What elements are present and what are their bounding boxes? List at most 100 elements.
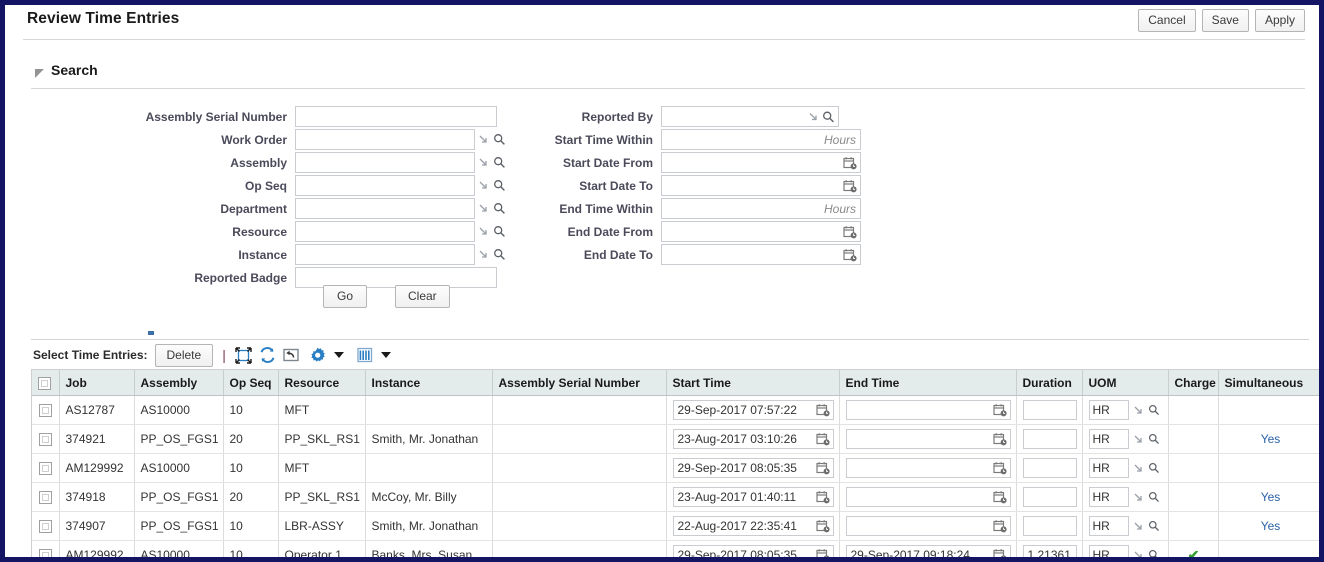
- cell-start-time[interactable]: [666, 482, 840, 512]
- start-time-input[interactable]: [672, 545, 834, 557]
- calendar-icon[interactable]: [815, 461, 830, 475]
- cell-start-time[interactable]: [666, 511, 840, 541]
- calendar-icon[interactable]: [843, 156, 857, 170]
- columns-icon[interactable]: [357, 347, 373, 363]
- row-select-cell[interactable]: [32, 511, 60, 541]
- cell-duration[interactable]: [1016, 395, 1083, 425]
- cell-end-time[interactable]: [839, 482, 1017, 512]
- department-input[interactable]: [295, 198, 475, 219]
- end-time-input[interactable]: [845, 400, 1011, 420]
- search-icon[interactable]: [1148, 404, 1160, 416]
- cell-uom[interactable]: [1082, 424, 1169, 454]
- cell-uom[interactable]: [1082, 540, 1169, 557]
- assembly-serial-number-input[interactable]: [295, 106, 497, 127]
- duration-input[interactable]: [1022, 487, 1077, 507]
- cell-duration[interactable]: [1016, 453, 1083, 483]
- undo-icon[interactable]: [283, 348, 300, 363]
- clear-button[interactable]: Clear: [395, 285, 450, 308]
- start-date-to-input[interactable]: [661, 175, 861, 196]
- cancel-button[interactable]: Cancel: [1138, 9, 1196, 32]
- end-date-from-input[interactable]: [661, 221, 861, 242]
- start-time-within-input[interactable]: [661, 129, 861, 150]
- cell-duration[interactable]: [1016, 540, 1083, 557]
- start-time-input[interactable]: [672, 487, 834, 507]
- lov-arrow-icon[interactable]: [1133, 492, 1144, 503]
- simultaneous-link[interactable]: Yes: [1261, 490, 1281, 504]
- row-checkbox[interactable]: [39, 433, 53, 447]
- apply-button[interactable]: Apply: [1254, 9, 1305, 32]
- search-icon[interactable]: [1148, 520, 1160, 532]
- uom-input[interactable]: [1088, 400, 1129, 420]
- refresh-icon[interactable]: [259, 347, 276, 363]
- select-all-checkbox[interactable]: [38, 376, 51, 390]
- start-time-input[interactable]: [672, 458, 834, 478]
- start-time-input[interactable]: [672, 429, 834, 449]
- row-select-cell[interactable]: [32, 395, 60, 425]
- duration-input[interactable]: [1022, 458, 1077, 478]
- disclosure-triangle-icon[interactable]: [35, 69, 44, 78]
- cell-uom[interactable]: [1082, 482, 1169, 512]
- cell-end-time[interactable]: [839, 395, 1017, 425]
- calendar-icon[interactable]: [843, 225, 857, 239]
- column-header-op-seq[interactable]: Op Seq: [223, 370, 279, 396]
- search-icon[interactable]: [1148, 462, 1160, 474]
- start-date-from-input[interactable]: [661, 152, 861, 173]
- search-icon[interactable]: [1148, 491, 1160, 503]
- search-icon[interactable]: [1148, 433, 1160, 445]
- uom-input[interactable]: [1088, 545, 1129, 557]
- column-header-job[interactable]: Job: [59, 370, 135, 396]
- row-checkbox[interactable]: [39, 404, 53, 418]
- work-order-input[interactable]: [295, 129, 475, 150]
- calendar-icon[interactable]: [992, 403, 1007, 417]
- simultaneous-link[interactable]: Yes: [1261, 432, 1281, 446]
- lov-arrow-icon[interactable]: [1133, 434, 1144, 445]
- cell-end-time[interactable]: [839, 540, 1017, 557]
- row-checkbox[interactable]: [39, 462, 53, 476]
- row-select-cell[interactable]: [32, 424, 60, 454]
- search-icon[interactable]: [1148, 549, 1160, 557]
- row-checkbox[interactable]: [39, 520, 53, 534]
- row-checkbox[interactable]: [39, 491, 53, 505]
- cell-start-time[interactable]: [666, 453, 840, 483]
- calendar-icon[interactable]: [815, 548, 830, 557]
- cell-start-time[interactable]: [666, 395, 840, 425]
- end-date-to-input[interactable]: [661, 244, 861, 265]
- column-header-instance[interactable]: Instance: [365, 370, 493, 396]
- duration-input[interactable]: [1022, 516, 1077, 536]
- column-header-assembly[interactable]: Assembly: [134, 370, 224, 396]
- uom-input[interactable]: [1088, 516, 1129, 536]
- calendar-icon[interactable]: [992, 548, 1007, 557]
- calendar-icon[interactable]: [992, 432, 1007, 446]
- row-select-cell[interactable]: [32, 453, 60, 483]
- column-header-end-time[interactable]: End Time: [839, 370, 1017, 396]
- cell-start-time[interactable]: [666, 540, 840, 557]
- end-time-input[interactable]: [845, 516, 1011, 536]
- table-row[interactable]: 374921 PP_OS_FGS1 20 PP_SKL_RS1 Smith, M…: [32, 424, 1319, 454]
- start-time-input[interactable]: [672, 516, 834, 536]
- cell-end-time[interactable]: [839, 511, 1017, 541]
- duration-input[interactable]: [1022, 400, 1077, 420]
- lov-arrow-icon[interactable]: [1133, 521, 1144, 532]
- end-time-input[interactable]: [845, 545, 1011, 557]
- calendar-icon[interactable]: [815, 403, 830, 417]
- column-header-duration[interactable]: Duration: [1016, 370, 1083, 396]
- calendar-icon[interactable]: [992, 519, 1007, 533]
- search-section-header[interactable]: Search: [31, 62, 1305, 89]
- assembly-input[interactable]: [295, 152, 475, 173]
- detach-icon[interactable]: [235, 346, 252, 364]
- lov-arrow-icon[interactable]: [1133, 405, 1144, 416]
- calendar-icon[interactable]: [815, 432, 830, 446]
- column-header-resource[interactable]: Resource: [278, 370, 366, 396]
- instance-input[interactable]: [295, 244, 475, 265]
- column-header-start-time[interactable]: Start Time: [666, 370, 840, 396]
- uom-input[interactable]: [1088, 487, 1129, 507]
- cell-uom[interactable]: [1082, 453, 1169, 483]
- column-header-simultaneous[interactable]: Simultaneous: [1218, 370, 1319, 396]
- cell-duration[interactable]: [1016, 424, 1083, 454]
- resource-input[interactable]: [295, 221, 475, 242]
- duration-input[interactable]: [1022, 429, 1077, 449]
- calendar-icon[interactable]: [815, 519, 830, 533]
- uom-input[interactable]: [1088, 429, 1129, 449]
- cell-uom[interactable]: [1082, 511, 1169, 541]
- lov-arrow-icon[interactable]: [1133, 550, 1144, 557]
